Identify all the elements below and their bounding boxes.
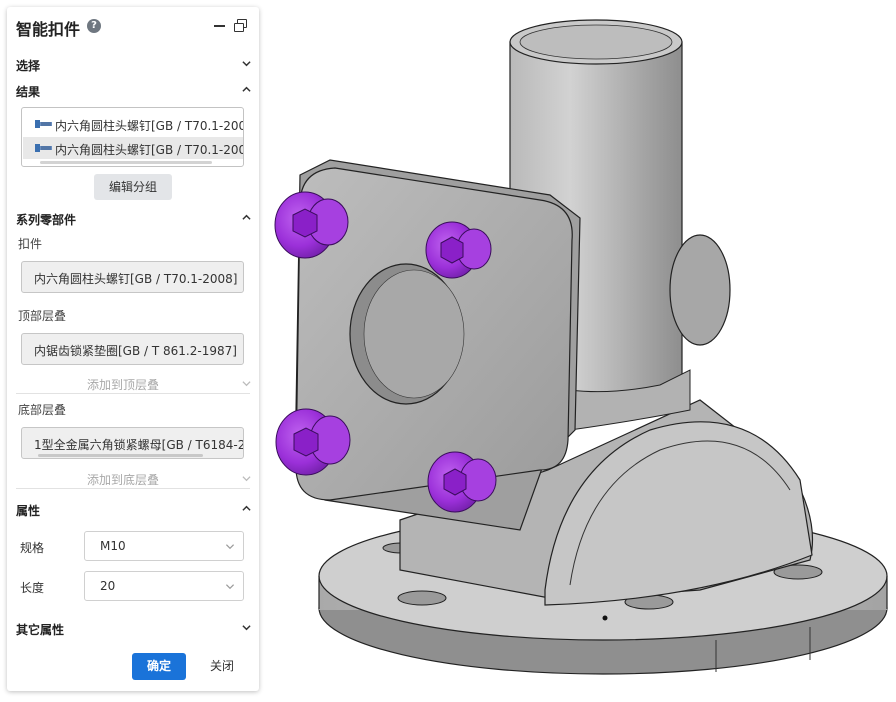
- cad-model[interactable]: [262, 0, 896, 698]
- section-result-label: 结果: [16, 85, 41, 99]
- section-other-attributes-label: 其它属性: [16, 623, 65, 637]
- close-button[interactable]: 关闭: [199, 653, 245, 680]
- fastener-label: 扣件: [18, 237, 43, 251]
- result-item-label: 内六角圆柱头螺钉[GB / T70.1-2008]: [55, 119, 244, 133]
- bottom-stack-scrollbar[interactable]: [38, 454, 203, 457]
- chevron-up-icon[interactable]: [242, 504, 251, 512]
- screw-icon: [35, 120, 52, 128]
- add-to-bottom-stack-label: 添加到底层叠: [86, 473, 159, 487]
- smart-fastener-panel: 智能扣件 ? 选择 结果 内六角圆柱头螺钉[GB / T70.1-2008] 内…: [7, 7, 259, 691]
- fastener-field[interactable]: 内六角圆柱头螺钉[GB / T70.1-2008]: [21, 261, 244, 293]
- help-icon[interactable]: ?: [87, 19, 101, 33]
- section-other-attributes[interactable]: 其它属性: [16, 619, 251, 637]
- add-to-top-stack-label: 添加到顶层叠: [86, 378, 159, 392]
- result-list-item[interactable]: 内六角圆柱头螺钉[GB / T70.1-2008]: [23, 137, 243, 159]
- result-item-label: 内六角圆柱头螺钉[GB / T70.1-2008]: [55, 143, 244, 157]
- chevron-down-icon[interactable]: [242, 379, 251, 387]
- chevron-down-icon: [225, 582, 235, 590]
- section-attributes[interactable]: 属性: [16, 500, 251, 518]
- section-select-label: 选择: [16, 59, 41, 73]
- fastener-value: 内六角圆柱头螺钉[GB / T70.1-2008]: [34, 272, 238, 286]
- bottom-stack-value: 1型全金属六角锁紧螺母[GB / T6184-2000]: [34, 438, 243, 452]
- minimize-icon[interactable]: [214, 25, 225, 27]
- ok-button[interactable]: 确定: [132, 653, 186, 680]
- section-series-parts[interactable]: 系列零部件: [16, 209, 251, 227]
- result-list-scrollbar[interactable]: [40, 161, 212, 164]
- section-series-parts-label: 系列零部件: [16, 213, 77, 227]
- chevron-down-icon: [225, 542, 235, 550]
- spec-value: M10: [100, 539, 126, 553]
- length-value: 20: [100, 579, 116, 593]
- chevron-down-icon[interactable]: [242, 474, 251, 482]
- section-select[interactable]: 选择: [16, 55, 251, 73]
- top-stack-label: 顶部层叠: [18, 309, 67, 323]
- chevron-up-icon[interactable]: [242, 85, 251, 93]
- add-to-top-stack[interactable]: 添加到顶层叠: [16, 374, 251, 394]
- spec-label: 规格: [20, 541, 45, 555]
- result-list[interactable]: 内六角圆柱头螺钉[GB / T70.1-2008] 内六角圆柱头螺钉[GB / …: [21, 107, 244, 167]
- spec-select[interactable]: M10: [84, 531, 244, 561]
- top-stack-field[interactable]: 内锯齿锁紧垫圈[GB / T 861.2-1987]: [21, 333, 244, 365]
- panel-title: 智能扣件: [16, 20, 81, 39]
- edit-group-button[interactable]: 编辑分组: [94, 174, 172, 200]
- chevron-down-icon[interactable]: [242, 59, 251, 67]
- section-result[interactable]: 结果: [16, 81, 251, 99]
- add-to-bottom-stack[interactable]: 添加到底层叠: [16, 469, 251, 489]
- length-select[interactable]: 20: [84, 571, 244, 601]
- 3d-viewport[interactable]: [262, 0, 896, 698]
- bottom-stack-field[interactable]: 1型全金属六角锁紧螺母[GB / T6184-2000]: [21, 427, 244, 459]
- section-attributes-label: 属性: [16, 504, 41, 518]
- restore-icon[interactable]: [234, 19, 248, 33]
- length-label: 长度: [20, 581, 45, 595]
- chevron-up-icon[interactable]: [242, 213, 251, 221]
- top-stack-value: 内锯齿锁紧垫圈[GB / T 861.2-1987]: [34, 344, 237, 358]
- screw-icon: [35, 144, 52, 152]
- chevron-down-icon[interactable]: [242, 623, 251, 631]
- bottom-stack-label: 底部层叠: [18, 403, 67, 417]
- result-list-item[interactable]: 内六角圆柱头螺钉[GB / T70.1-2008]: [23, 113, 243, 135]
